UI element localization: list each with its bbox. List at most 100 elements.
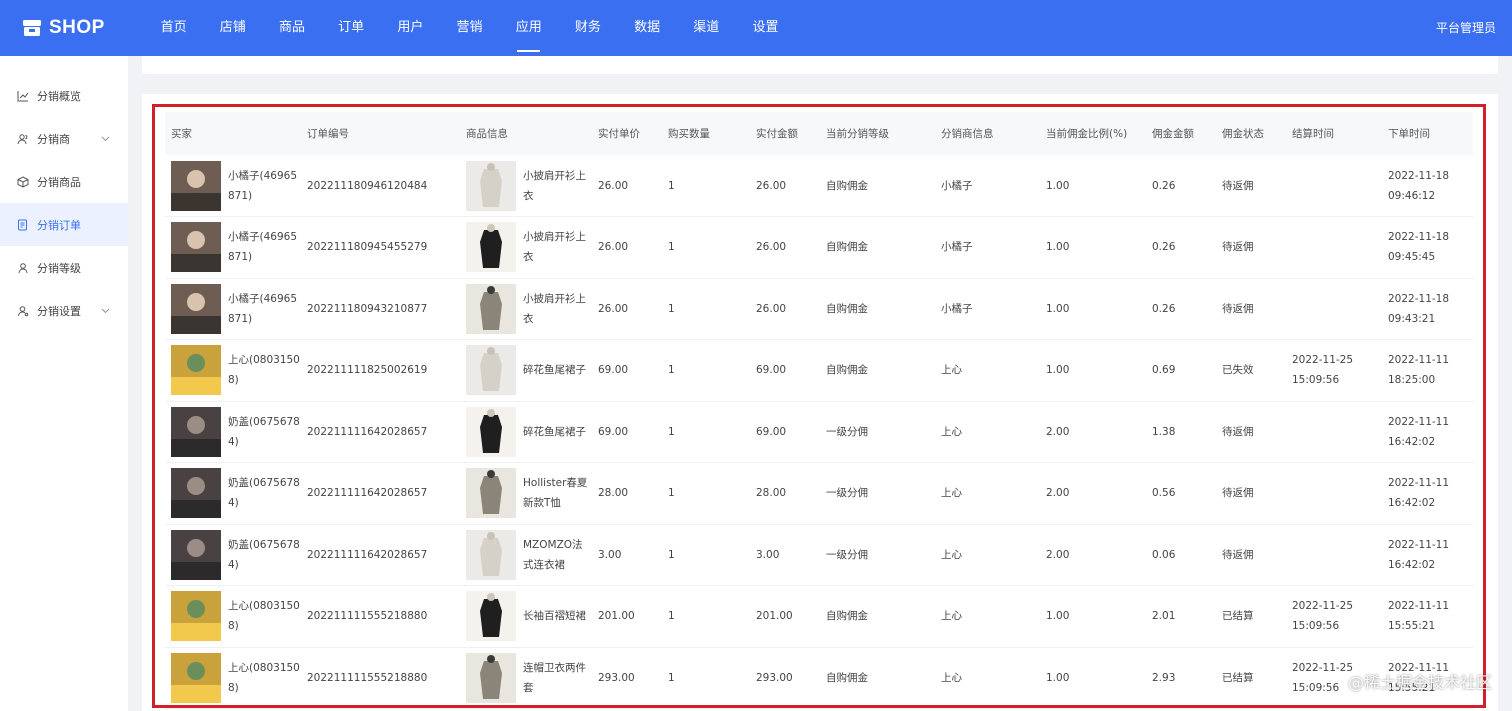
goods-name: Hollister春夏新款T恤: [523, 477, 588, 510]
column-header: 下单时间: [1388, 128, 1430, 140]
table-row[interactable]: 奶盖(06756784) 202211111642028657 Hollister春…: [165, 463, 1473, 525]
order-icon: [17, 219, 29, 231]
table-row[interactable]: 奶盖(06756784) 202211111642028657 MZOMZO法式连衣…: [165, 524, 1473, 586]
cell-order-time: 2022-11-18 09:45:45: [1388, 231, 1450, 264]
nav-item[interactable]: 应用: [499, 0, 558, 56]
cell-distributor: 上心: [941, 671, 962, 684]
cell-qty: 1: [668, 364, 675, 377]
buyer-name: 上心(08031508): [228, 600, 300, 633]
sidebar-item[interactable]: 分销商品: [0, 160, 128, 203]
cell-order-time: 2022-11-11 16:42:02: [1388, 477, 1450, 510]
cell-amount: 26.00: [756, 179, 787, 192]
buyer-cell: 奶盖(06756784): [165, 524, 301, 586]
nav-item[interactable]: 用户: [381, 0, 440, 56]
cell-unit-price: 26.00: [598, 302, 629, 315]
table-row[interactable]: 小橘子(46965871) 202211180945455279 小披肩开衫上衣 26…: [165, 217, 1473, 279]
sidebar-item[interactable]: 分销订单: [0, 203, 128, 246]
cell-order-time: 2022-11-18 09:46:12: [1388, 169, 1450, 202]
nav-item[interactable]: 商品: [262, 0, 321, 56]
column-header: 佣金金额: [1152, 128, 1194, 140]
goods-image: [466, 468, 516, 519]
cell-level: 一级分佣: [826, 487, 868, 500]
nav-item[interactable]: 财务: [558, 0, 617, 56]
goods-cell: Hollister春夏新款T恤: [460, 463, 592, 525]
cell-distributor: 上心: [941, 487, 962, 500]
cell-unit-price: 28.00: [598, 487, 629, 500]
cell-commission: 0.69: [1152, 364, 1176, 377]
goods-image: [466, 529, 516, 580]
table-row[interactable]: 小橘子(46965871) 202211180943210877 小披肩开衫上衣 26…: [165, 278, 1473, 340]
cell-order-time: 2022-11-11 16:42:02: [1388, 415, 1450, 448]
sidebar-item-label: 分销商: [37, 132, 70, 146]
column-header: 订单编号: [307, 128, 349, 140]
admin-user-menu[interactable]: 平台管理员: [1436, 0, 1496, 56]
cell-qty: 1: [668, 671, 675, 684]
cell-commission: 1.38: [1152, 425, 1176, 438]
cell-level: 一级分佣: [826, 548, 868, 561]
cell-level: 自购佣金: [826, 241, 868, 254]
cell-ratio: 1.00: [1046, 302, 1070, 315]
cell-commission: 2.01: [1152, 610, 1176, 623]
cell-unit-price: 69.00: [598, 364, 629, 377]
watermark: @稀土掘金技术社区: [1347, 673, 1492, 692]
buyer-avatar: [171, 406, 221, 457]
table-row[interactable]: 上心(08031508) 202211111825002619 碎花鱼尾裙子 69.0…: [165, 340, 1473, 401]
table-row[interactable]: 小橘子(46965871) 202211180946120484 小披肩开衫上衣 26…: [165, 155, 1473, 217]
cell-order-no: 202211180945455279: [307, 241, 428, 254]
cell-status: 待返佣: [1222, 179, 1254, 192]
column-header: 实付单价: [598, 128, 640, 140]
cell-order-no: 202211180946120484: [307, 179, 428, 192]
goods-image: [466, 222, 516, 273]
cell-order-no: 202211111642028657: [307, 548, 428, 561]
brand-logo[interactable]: SHOP: [22, 17, 144, 39]
nav-item[interactable]: 数据: [618, 0, 677, 56]
chevron-down-icon: [101, 132, 110, 145]
cell-order-time: 2022-11-18 09:43:21: [1388, 292, 1450, 325]
cell-status: 已结算: [1222, 610, 1254, 623]
cell-qty: 1: [668, 425, 675, 438]
cell-status: 待返佣: [1222, 548, 1254, 561]
cell-order-no: 202211180943210877: [307, 302, 428, 315]
users-icon: [17, 133, 29, 145]
nav-item[interactable]: 设置: [736, 0, 795, 56]
goods-cell: 小披肩开衫上衣: [460, 278, 592, 340]
box-icon: [17, 175, 29, 188]
sidebar-item[interactable]: 分销等级: [0, 246, 128, 289]
cell-ratio: 1.00: [1046, 610, 1070, 623]
user-level-icon: [17, 262, 29, 274]
top-navbar: SHOP 首页 店铺 商品 订单 用户 营销 应用 财务 数据 渠道 设置 平台管理员: [0, 0, 1512, 56]
cell-level: 自购佣金: [826, 610, 868, 623]
cell-ratio: 1.00: [1046, 241, 1070, 254]
nav-item[interactable]: 首页: [144, 0, 203, 56]
nav-item[interactable]: 店铺: [203, 0, 262, 56]
goods-cell: 碎花鱼尾裙子: [460, 401, 592, 463]
cell-commission: 0.26: [1152, 241, 1176, 254]
cell-commission: 0.56: [1152, 487, 1176, 500]
buyer-name: 小橘子(46965871): [228, 231, 297, 264]
nav-item[interactable]: 营销: [440, 0, 499, 56]
goods-name: 连帽卫衣两件套: [523, 661, 586, 694]
cell-level: 自购佣金: [826, 671, 868, 684]
cell-amount: 69.00: [756, 364, 787, 377]
nav-item[interactable]: 渠道: [677, 0, 736, 56]
buyer-name: 小橘子(46965871): [228, 292, 297, 325]
table-row[interactable]: 上心(08031508) 202211111555218880 长袖百褶短裙 201.…: [165, 586, 1473, 647]
cell-amount: 28.00: [756, 487, 787, 500]
cell-order-time: 2022-11-11 15:55:21: [1388, 600, 1450, 633]
table-row[interactable]: 奶盖(06756784) 202211111642028657 碎花鱼尾裙子 69.0…: [165, 401, 1473, 463]
cell-unit-price: 201.00: [598, 610, 635, 623]
cell-settle-time: [1286, 217, 1382, 279]
sidebar-item[interactable]: 分销商: [0, 117, 128, 160]
cell-amount: 293.00: [756, 671, 793, 684]
column-header: 分销商信息: [941, 128, 994, 140]
filter-card: [142, 56, 1498, 74]
goods-image: [466, 591, 516, 642]
cell-level: 一级分佣: [826, 425, 868, 438]
sidebar-item[interactable]: 分销设置: [0, 289, 128, 332]
cell-status: 已失效: [1222, 364, 1254, 377]
sidebar-item[interactable]: 分销概览: [0, 74, 128, 117]
nav-item[interactable]: 订单: [322, 0, 381, 56]
table-row[interactable]: 上心(08031508) 202211111555218880 连帽卫衣两件套 293…: [165, 647, 1473, 709]
cell-status: 待返佣: [1222, 241, 1254, 254]
cell-level: 自购佣金: [826, 302, 868, 315]
